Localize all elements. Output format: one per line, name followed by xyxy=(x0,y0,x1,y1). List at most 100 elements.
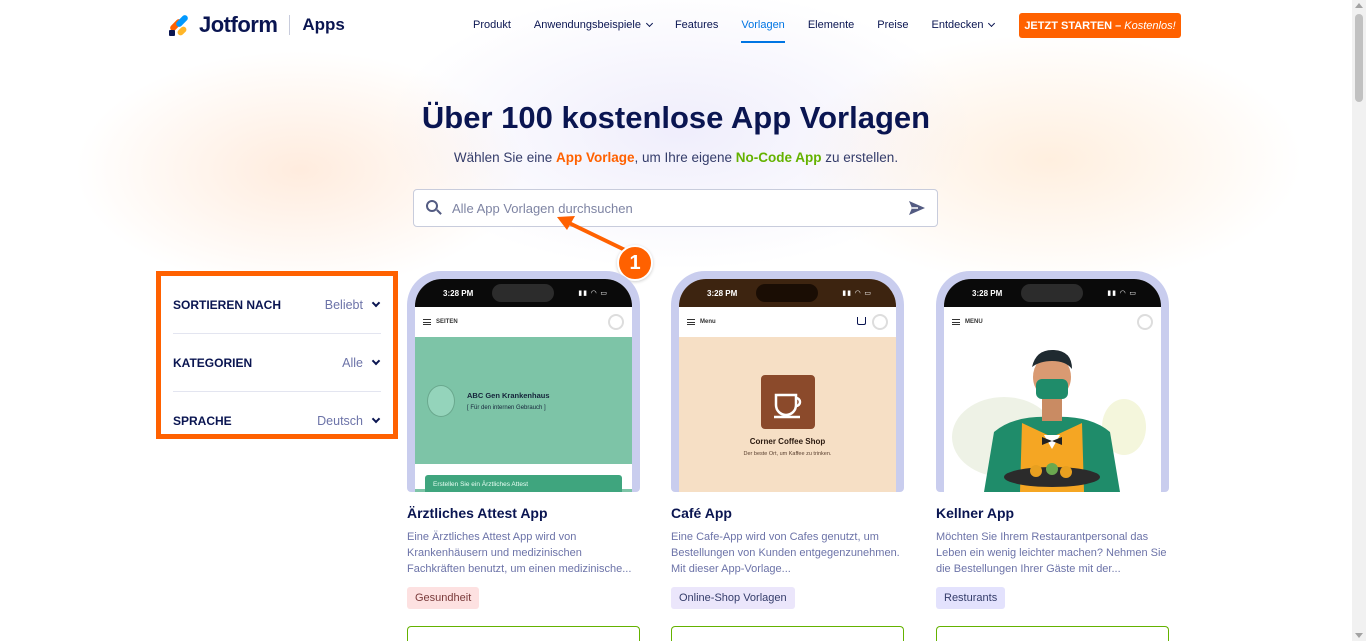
nav-label: Features xyxy=(674,19,719,31)
page-title: Über 100 kostenlose App Vorlagen xyxy=(421,100,931,135)
app-preview[interactable]: 3:28 PM ▮▮ ◠ ▭ SEITEN ABC Gen Krankenhau… xyxy=(407,271,640,492)
signal-wifi-battery-icon: ▮▮ ◠ ▭ xyxy=(1107,290,1137,297)
chevron-down-icon xyxy=(371,298,381,307)
filter-select: Alle xyxy=(342,356,381,370)
filter-panel: SORTIEREN NACH Beliebt KATEGORIEN Alle S… xyxy=(156,271,398,439)
menu-icon xyxy=(687,319,695,325)
avatar xyxy=(872,314,888,330)
chevron-down-icon xyxy=(371,356,381,365)
scrollbar-thumb[interactable] xyxy=(1355,14,1363,102)
nav-entdecken[interactable]: Entdecken xyxy=(931,0,996,50)
filter-value: Beliebt xyxy=(324,297,363,312)
signal-wifi-battery-icon: ▮▮ ◠ ▭ xyxy=(578,290,608,297)
app-hero-title: Corner Coffee Shop xyxy=(749,437,826,446)
logo-divider xyxy=(289,15,291,35)
filter-value: Alle xyxy=(342,355,363,370)
phone-time: 3:28 PM xyxy=(707,289,738,298)
start-free-button[interactable]: JETZT STARTEN – Kostenlos! xyxy=(1019,13,1181,38)
template-search-box xyxy=(413,189,938,227)
filter-label: KATEGORIEN xyxy=(173,355,253,370)
signal-wifi-battery-icon: ▮▮ ◠ ▭ xyxy=(842,290,872,297)
app-hero-title: ABC Gen Krankenhaus xyxy=(467,391,550,400)
search-icon xyxy=(426,200,442,216)
app-hero xyxy=(944,337,1161,492)
filter-select: Deutsch xyxy=(317,414,381,428)
category-tag[interactable]: Gesundheit xyxy=(407,587,480,609)
filter-sort[interactable]: SORTIEREN NACH Beliebt xyxy=(173,276,381,334)
cta-label: JETZT STARTEN – xyxy=(1024,19,1122,32)
phone-statusbar: 3:28 PM ▮▮ ◠ ▭ xyxy=(944,279,1161,307)
app-hero: Corner Coffee Shop Der beste Ort, um Kaf… xyxy=(679,337,896,492)
chevron-down-icon xyxy=(371,414,381,424)
use-template-button[interactable] xyxy=(936,626,1169,641)
category-tag[interactable]: Resturants xyxy=(936,587,1006,609)
nav-features[interactable]: Features xyxy=(675,0,718,50)
app-preview-screen: 3:28 PM ▮▮ ◠ ▭ Menu Corner Coffee Shop D… xyxy=(679,279,896,492)
nav-label: Vorlagen xyxy=(741,19,785,31)
template-card-cafe[interactable]: 3:28 PM ▮▮ ◠ ▭ Menu Corner Coffee Shop D… xyxy=(671,271,904,641)
send-icon[interactable] xyxy=(907,198,927,218)
filter-select: Beliebt xyxy=(325,298,381,312)
app-hero-subtitle: [ Für den internen Gebrauch ] xyxy=(467,405,546,411)
phone-time: 3:28 PM xyxy=(443,289,474,298)
menu-icon xyxy=(952,319,960,325)
section-label-apps: Apps xyxy=(302,15,345,34)
app-topbar: Menu xyxy=(679,307,896,337)
nav-anwendungsbeispiele[interactable]: Anwendungsbeispiele xyxy=(533,0,653,50)
nav-label: Entdecken xyxy=(931,19,984,31)
filter-language[interactable]: SPRACHE Deutsch xyxy=(173,392,381,450)
phone-statusbar: 3:28 PM ▮▮ ◠ ▭ xyxy=(679,279,896,307)
filter-value: Deutsch xyxy=(317,414,363,428)
app-preview[interactable]: 3:28 PM ▮▮ ◠ ▭ Menu Corner Coffee Shop D… xyxy=(671,271,904,492)
page-scrollbar[interactable] xyxy=(1352,0,1366,641)
app-hero: ABC Gen Krankenhaus [ Für den internen G… xyxy=(415,337,632,492)
app-preview[interactable]: 3:28 PM ▮▮ ◠ ▭ MENU xyxy=(936,271,1169,492)
jotform-logo-icon xyxy=(168,13,191,37)
card-title[interactable]: Café App xyxy=(671,505,904,521)
subtitle-highlight-app-vorlage: App Vorlage xyxy=(555,150,635,165)
card-title[interactable]: Kellner App xyxy=(936,505,1169,521)
filter-label: SPRACHE xyxy=(173,414,232,428)
template-card-attest[interactable]: 3:28 PM ▮▮ ◠ ▭ SEITEN ABC Gen Krankenhau… xyxy=(407,271,640,641)
phone-notch xyxy=(492,284,554,302)
app-preview-screen: 3:28 PM ▮▮ ◠ ▭ MENU xyxy=(944,279,1161,492)
app-topbar: MENU xyxy=(944,307,1161,337)
coffee-cup-icon xyxy=(761,375,815,429)
nav-vorlagen[interactable]: Vorlagen xyxy=(741,0,786,50)
app-primary-button: Erstellen Sie ein Ärztliches Attest xyxy=(425,475,622,492)
nav-preise[interactable]: Preise xyxy=(877,0,908,50)
app-menu-label: SEITEN xyxy=(436,319,458,325)
phone-notch xyxy=(1021,284,1083,302)
scroll-down-icon[interactable] xyxy=(1355,633,1363,638)
use-template-button[interactable] xyxy=(407,626,640,641)
nav-produkt[interactable]: Produkt xyxy=(473,0,511,50)
app-topbar: SEITEN xyxy=(415,307,632,337)
phone-time: 3:28 PM xyxy=(972,289,1003,298)
page-subtitle: Wählen Sie eine App Vorlage, um Ihre eig… xyxy=(0,150,1352,165)
app-hero-subtitle: Der beste Ort, um Kaffee zu trinken. xyxy=(743,451,832,457)
card-description: Möchten Sie Ihrem Restaurantpersonal das… xyxy=(936,531,1167,575)
card-title[interactable]: Ärztliches Attest App xyxy=(407,505,640,521)
card-description: Eine Ärztliches Attest App wird von Kran… xyxy=(407,531,632,575)
subtitle-text: , um Ihre eigene xyxy=(634,150,736,165)
nav-elemente[interactable]: Elemente xyxy=(808,0,854,50)
card-description: Eine Cafe-App wird von Cafes genutzt, um… xyxy=(671,531,900,575)
hospital-logo-icon xyxy=(427,385,455,417)
top-header: Jotform Apps Produkt Anwendungsbeispiele… xyxy=(0,0,1352,50)
filter-categories[interactable]: KATEGORIEN Alle xyxy=(173,334,381,392)
app-menu-label: Menu xyxy=(700,319,716,325)
nav-label: Anwendungsbeispiele xyxy=(533,19,641,31)
scroll-up-icon[interactable] xyxy=(1355,3,1363,8)
use-template-button[interactable] xyxy=(671,626,904,641)
jotform-logo[interactable]: Jotform Apps xyxy=(168,12,345,38)
template-card-kellner[interactable]: 3:28 PM ▮▮ ◠ ▭ MENU Kellner App Möchten … xyxy=(936,271,1169,641)
nav-label: Elemente xyxy=(807,19,855,31)
main-nav: Produkt Anwendungsbeispiele Features Vor… xyxy=(473,0,1017,50)
search-input[interactable] xyxy=(452,200,907,216)
subtitle-text: zu erstellen. xyxy=(821,150,899,165)
category-tag[interactable]: Online-Shop Vorlagen xyxy=(671,587,795,609)
filter-label: SORTIEREN NACH xyxy=(173,297,282,312)
logo-text: Jotform xyxy=(199,12,278,37)
phone-statusbar: 3:28 PM ▮▮ ◠ ▭ xyxy=(415,279,632,307)
subtitle-text: Wählen Sie eine xyxy=(453,150,556,165)
